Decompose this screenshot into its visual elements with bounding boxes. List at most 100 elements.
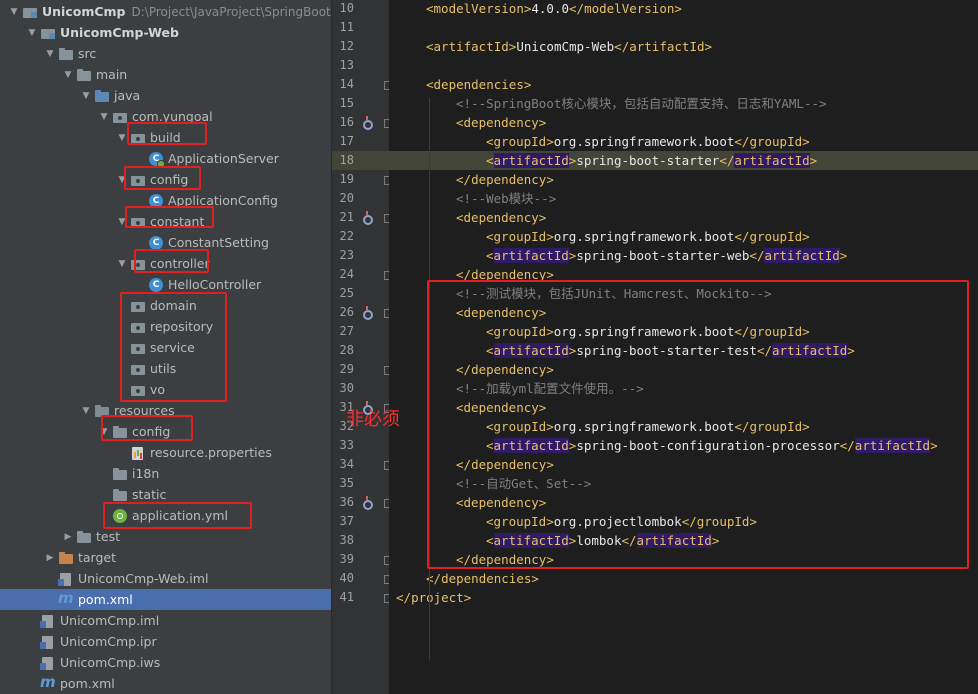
chevron-down-icon[interactable]: ▼	[62, 69, 74, 81]
line-number: 19	[339, 172, 354, 186]
line-number: 33	[339, 438, 354, 452]
xml-bracket: </	[734, 229, 750, 244]
tree-item-rootiws[interactable]: UnicomCmp.iws	[0, 652, 331, 673]
xml-tag-name: project	[411, 590, 464, 605]
line-number: 21	[339, 210, 354, 224]
line-number: 28	[339, 343, 354, 357]
class-icon	[148, 277, 164, 292]
chevron-right-icon[interactable]: ▶	[62, 531, 74, 543]
tree-item-label: static	[132, 487, 167, 502]
chevron-right-icon[interactable]: ▶	[44, 552, 56, 564]
line-number: 14	[339, 77, 354, 91]
xml-bracket: >	[538, 115, 547, 130]
code-line[interactable]: </dependencies>	[389, 569, 978, 588]
tree-item-rootipr[interactable]: UnicomCmp.ipr	[0, 631, 331, 652]
code-line[interactable]: <artifactId>spring-boot-starter-web</art…	[389, 246, 978, 265]
maven-dependency-icon[interactable]	[361, 116, 373, 130]
tree-item-webiml[interactable]: UnicomCmp-Web.iml	[0, 568, 331, 589]
code-line[interactable]: </dependency>	[389, 170, 978, 189]
code-line[interactable]: <modelVersion>4.0.0</modelVersion>	[389, 0, 978, 18]
tree-item-main[interactable]: ▼ main	[0, 64, 331, 85]
xml-bracket: <	[456, 210, 464, 225]
line-number: 22	[339, 229, 354, 243]
folder-icon	[112, 488, 128, 502]
line-number: 29	[339, 362, 354, 376]
line-number: 38	[339, 533, 354, 547]
tree-item-root[interactable]: ▼ UnicomCmp D:\Project\JavaProject\SpringB…	[0, 1, 331, 22]
tree-item-label: java	[114, 88, 141, 103]
code-line[interactable]: <!--Web模块-->	[389, 189, 978, 208]
xml-tag-name: groupId	[493, 229, 547, 244]
line-number: 18	[339, 153, 354, 167]
xml-text: spring-boot-starter	[576, 153, 720, 168]
maven-pom-icon	[58, 590, 74, 607]
xml-tag-name: artifactId	[433, 39, 509, 54]
maven-dependency-icon[interactable]	[361, 496, 373, 510]
xml-bracket: >	[546, 229, 554, 244]
code-line[interactable]	[389, 56, 978, 75]
code-line[interactable]	[389, 18, 978, 37]
tree-item-label: resource.properties	[150, 445, 272, 460]
tree-item-label: UnicomCmp.iws	[60, 655, 161, 670]
xml-text: spring-boot-starter-web	[576, 248, 750, 263]
iml-file-icon	[58, 572, 74, 586]
tree-item-label: ConstantSetting	[168, 235, 269, 250]
tree-item-src[interactable]: ▼ src	[0, 43, 331, 64]
code-line[interactable]: <artifactId>spring-boot-starter</artifac…	[389, 151, 978, 170]
xml-tag-name: groupId	[493, 134, 547, 149]
tree-item-test[interactable]: ▶ test	[0, 526, 331, 547]
highlight-box-constant	[125, 206, 214, 228]
arrow-spacer	[134, 195, 146, 207]
tree-item-target[interactable]: ▶ target	[0, 547, 331, 568]
code-line[interactable]: </project>	[389, 588, 978, 607]
tree-item-rootiml[interactable]: UnicomCmp.iml	[0, 610, 331, 631]
tree-item-rootpom[interactable]: pom.xml	[0, 673, 331, 694]
maven-dependency-icon[interactable]	[361, 306, 373, 320]
xml-tag-name: artifactId	[493, 248, 569, 263]
tree-item-web[interactable]: ▼ UnicomCmp-Web	[0, 22, 331, 43]
xml-tag-name: dependencies	[441, 571, 532, 586]
folder-icon	[112, 467, 128, 481]
package-icon	[112, 110, 128, 124]
xml-comment: <!--Web模块-->	[456, 191, 557, 206]
code-line[interactable]: <groupId>org.springframework.boot</group…	[389, 227, 978, 246]
code-line[interactable]: <dependency>	[389, 113, 978, 132]
chevron-down-icon[interactable]: ▼	[26, 27, 38, 39]
chevron-down-icon[interactable]: ▼	[80, 90, 92, 102]
chevron-down-icon[interactable]: ▼	[44, 48, 56, 60]
tree-item-webpom[interactable]: pom.xml	[0, 589, 331, 610]
xml-tag-name: dependencies	[433, 77, 524, 92]
xml-tag-name: artifactId	[493, 153, 569, 168]
code-line[interactable]: <dependency>	[389, 208, 978, 227]
chevron-down-icon[interactable]: ▼	[116, 258, 128, 270]
tree-item-label: pom.xml	[60, 676, 115, 691]
code-line[interactable]: <groupId>org.springframework.boot</group…	[389, 132, 978, 151]
code-line[interactable]: <dependencies>	[389, 75, 978, 94]
tree-item-label: src	[78, 46, 97, 61]
tree-item-i18n[interactable]: i18n	[0, 463, 331, 484]
arrow-spacer	[134, 237, 146, 249]
chevron-down-icon[interactable]: ▼	[8, 6, 20, 18]
xml-bracket: </	[719, 153, 735, 168]
xml-bracket: </	[749, 248, 765, 263]
tree-item-java[interactable]: ▼ java	[0, 85, 331, 106]
line-number: 13	[339, 58, 354, 72]
code-line[interactable]: <!--SpringBoot核心模块，包括自动配置支持、日志和YAML-->	[389, 94, 978, 113]
line-number: 16	[339, 115, 354, 129]
xml-tag-name: artifactId	[764, 248, 840, 263]
folder-icon	[76, 68, 92, 82]
chevron-down-icon[interactable]: ▼	[80, 405, 92, 417]
code-line[interactable]: <artifactId>UnicomCmp-Web</artifactId>	[389, 37, 978, 56]
maven-dependency-icon[interactable]	[361, 211, 373, 225]
xml-bracket: >	[546, 172, 554, 187]
line-number: 20	[339, 191, 354, 205]
xml-tag-name: artifactId	[734, 153, 810, 168]
tree-item-resprops[interactable]: resource.properties	[0, 442, 331, 463]
xml-bracket: <	[426, 39, 434, 54]
chevron-down-icon[interactable]: ▼	[98, 111, 110, 123]
line-number: 30	[339, 381, 354, 395]
tree-item-label: i18n	[132, 466, 160, 481]
line-number: 35	[339, 476, 354, 490]
iml-file-icon	[40, 656, 56, 670]
line-number: 34	[339, 457, 354, 471]
